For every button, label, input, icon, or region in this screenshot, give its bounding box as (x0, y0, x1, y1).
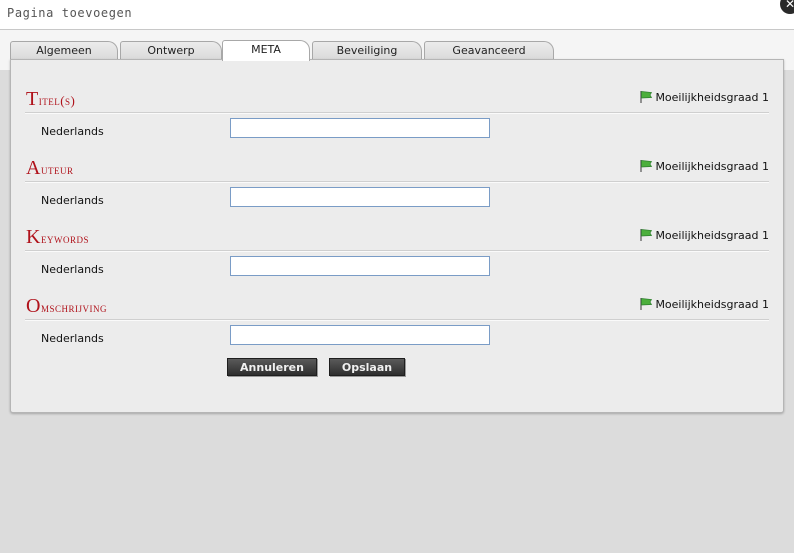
tab-bar: Algemeen Ontwerp META Beveiliging Geavan… (10, 40, 570, 61)
difficulty-indicator: Moeilijkheidsgraad 1 (639, 90, 769, 104)
keywords-input[interactable] (230, 256, 490, 276)
dialog-header: Pagina toevoegen ✕ (0, 0, 794, 30)
omschrijving-input[interactable] (230, 325, 490, 345)
auteur-input[interactable] (230, 187, 490, 207)
titels-input[interactable] (230, 118, 490, 138)
language-label: Nederlands (41, 332, 104, 345)
dialog-title: Pagina toevoegen (7, 6, 133, 20)
difficulty-indicator: Moeilijkheidsgraad 1 (639, 228, 769, 242)
section-omschrijving: Omschrijving Moeilijkheidsgraad 1 Nederl… (25, 295, 769, 355)
difficulty-label: Moeilijkheidsgraad 1 (655, 297, 769, 311)
language-label: Nederlands (41, 125, 104, 138)
flag-icon (640, 229, 653, 241)
flag-icon (640, 160, 653, 172)
section-divider (25, 181, 769, 183)
tab-ontwerp[interactable]: Ontwerp (120, 41, 222, 60)
section-divider (25, 250, 769, 252)
section-divider (25, 319, 769, 321)
section-title: Titel(s) (26, 88, 76, 110)
section-title: Auteur (26, 157, 74, 179)
save-button[interactable]: Opslaan (329, 358, 405, 376)
section-title: Keywords (26, 226, 89, 248)
meta-panel: Titel(s) Moeilijkheidsgraad 1 Nederlands… (10, 59, 784, 413)
tab-beveiliging[interactable]: Beveiliging (312, 41, 422, 60)
language-label: Nederlands (41, 263, 104, 276)
tab-algemeen[interactable]: Algemeen (10, 41, 118, 60)
difficulty-indicator: Moeilijkheidsgraad 1 (639, 297, 769, 311)
close-icon[interactable]: ✕ (780, 0, 794, 14)
tab-geavanceerd[interactable]: Geavanceerd (424, 41, 554, 60)
difficulty-label: Moeilijkheidsgraad 1 (655, 228, 769, 242)
section-titels: Titel(s) Moeilijkheidsgraad 1 Nederlands (25, 88, 769, 148)
tab-meta[interactable]: META (222, 40, 310, 61)
section-auteur: Auteur Moeilijkheidsgraad 1 Nederlands (25, 157, 769, 217)
cancel-button[interactable]: Annuleren (227, 358, 317, 376)
section-keywords: Keywords Moeilijkheidsgraad 1 Nederlands (25, 226, 769, 286)
flag-icon (640, 298, 653, 310)
section-divider (25, 112, 769, 114)
section-title: Omschrijving (26, 295, 107, 317)
difficulty-indicator: Moeilijkheidsgraad 1 (639, 159, 769, 173)
difficulty-label: Moeilijkheidsgraad 1 (655, 90, 769, 104)
difficulty-label: Moeilijkheidsgraad 1 (655, 159, 769, 173)
language-label: Nederlands (41, 194, 104, 207)
flag-icon (640, 91, 653, 103)
